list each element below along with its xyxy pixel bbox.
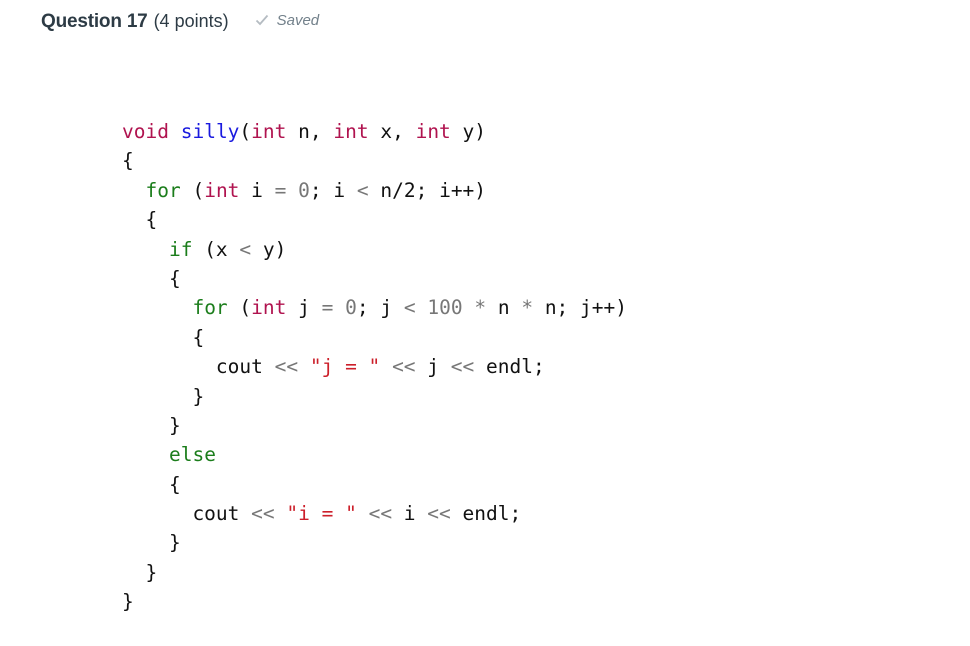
saved-status: Saved — [255, 11, 320, 29]
code-line: { — [122, 205, 627, 234]
code-token: endl; — [474, 355, 545, 379]
code-token: ( — [239, 120, 252, 143]
code-token: y) — [450, 120, 487, 143]
code-token: ; j — [356, 296, 404, 320]
code-token: << — [274, 355, 299, 379]
saved-status-text: Saved — [276, 11, 320, 29]
code-line: } — [122, 587, 627, 616]
code-token: } — [122, 413, 181, 437]
code-line: if (x < y) — [122, 235, 627, 264]
code-token: x, — [368, 120, 416, 143]
code-token: < — [403, 296, 416, 320]
code-token: << — [251, 502, 275, 526]
code-line: { — [122, 323, 627, 352]
code-token: << — [392, 355, 416, 379]
code-token: int — [251, 296, 287, 320]
code-line: } — [122, 528, 627, 557]
code-token: { — [122, 208, 158, 232]
code-token: cout — [122, 502, 252, 526]
code-token: << — [427, 502, 451, 526]
code-line: else — [122, 440, 627, 469]
code-line: } — [122, 558, 627, 587]
code-line: { — [122, 470, 627, 499]
code-line: for (int i = 0; i < n/2; i++) — [122, 176, 627, 205]
question-title: Question 17 — [41, 11, 148, 32]
code-token: "j = " — [309, 355, 381, 379]
code-token: 100 — [427, 296, 463, 320]
code-token: for — [192, 296, 228, 320]
question-points: (4 points) — [153, 11, 229, 31]
code-token: 0 — [345, 296, 357, 320]
code-token: n; j++) — [533, 296, 627, 320]
code-line: { — [122, 264, 627, 293]
code-token: ( — [180, 178, 205, 202]
code-line: { — [122, 146, 627, 175]
code-token: i — [392, 502, 428, 526]
code-token: = — [321, 296, 334, 320]
code-token: 0 — [298, 178, 310, 202]
code-token: } — [122, 560, 158, 584]
code-token: } — [122, 384, 205, 408]
code-token: * — [521, 296, 534, 320]
code-line: } — [122, 382, 627, 411]
code-token: (x — [192, 237, 240, 261]
code-token: void — [122, 120, 169, 143]
code-token: n/2; i++) — [368, 178, 487, 202]
code-line: cout << "i = " << i << endl; — [122, 499, 627, 528]
code-line: for (int j = 0; j < 100 * n * n; j++) — [122, 293, 627, 322]
code-token: else — [168, 443, 216, 467]
code-token: = — [274, 178, 287, 202]
code-token: << — [450, 355, 475, 379]
code-token: silly — [180, 120, 240, 143]
code-token: } — [122, 531, 181, 555]
code-snippet: void silly(int n, int x, int y){ for (in… — [122, 117, 627, 617]
code-token: ( — [227, 296, 252, 320]
code-token: << — [368, 502, 393, 526]
code-token: j — [415, 355, 451, 379]
code-token: < — [239, 237, 252, 261]
code-token: for — [145, 178, 181, 202]
code-token: { — [122, 266, 181, 290]
code-token: int — [251, 120, 287, 143]
code-token: * — [474, 296, 487, 320]
code-token: y) — [251, 237, 287, 261]
code-token: j — [286, 296, 322, 320]
code-token: i — [239, 178, 275, 202]
code-line: cout << "j = " << j << endl; — [122, 352, 627, 381]
code-token: n — [486, 296, 522, 320]
question-header: Question 17 (4 points) Saved — [41, 11, 319, 33]
code-token: } — [122, 590, 134, 614]
code-token: int — [204, 178, 240, 202]
code-token: if — [168, 237, 193, 261]
code-token: int — [415, 120, 451, 143]
code-line: void silly(int n, int x, int y) — [122, 117, 627, 146]
code-token: { — [122, 149, 134, 173]
code-token: { — [122, 325, 205, 349]
code-token: ; i — [309, 178, 357, 202]
code-token: "i = " — [286, 502, 357, 526]
code-token: int — [333, 120, 369, 143]
code-token: cout — [122, 355, 275, 379]
code-token: endl; — [450, 502, 522, 526]
checkmark-icon — [255, 14, 268, 26]
code-token: { — [122, 472, 181, 496]
code-line: } — [122, 411, 627, 440]
code-token: n, — [286, 120, 334, 143]
code-token: < — [356, 178, 369, 202]
